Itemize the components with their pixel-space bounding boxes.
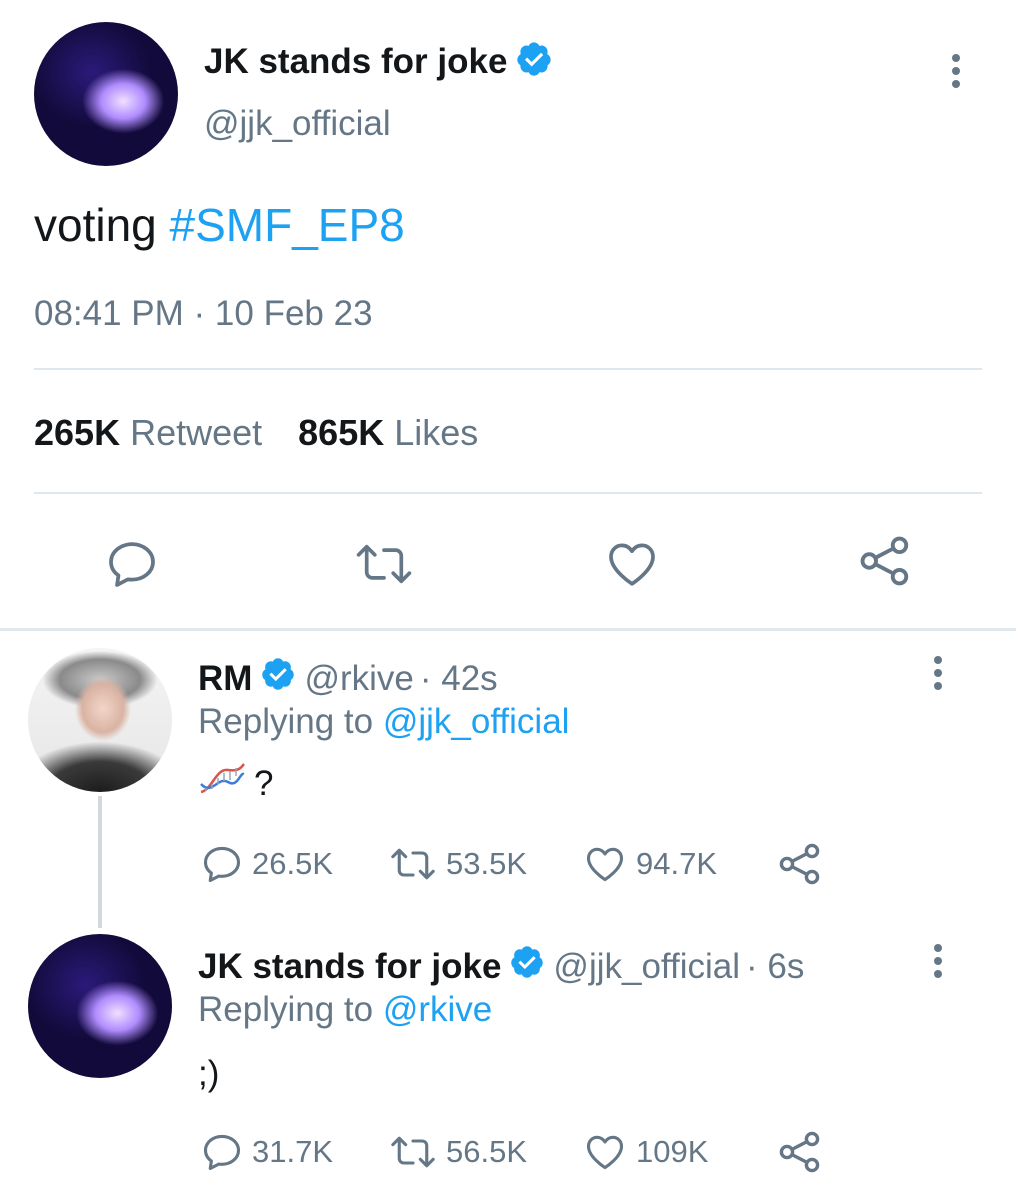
retweet-action[interactable]: 53.5K [388, 842, 527, 886]
dna-emoji-icon [198, 762, 246, 805]
like-stat[interactable]: 865K Likes [298, 412, 478, 454]
hashtag-link[interactable]: #SMF_EP8 [170, 199, 405, 251]
author-avatar[interactable] [34, 22, 178, 166]
verified-badge-icon [515, 40, 553, 83]
divider [34, 368, 982, 370]
like-count: 109K [636, 1134, 709, 1169]
retweet-count: 265K [34, 412, 121, 453]
reply-count: 31.7K [252, 1134, 334, 1169]
reply-header: RM @rkive · 42s [198, 656, 498, 701]
author-display-name[interactable]: JK stands for joke [204, 42, 507, 82]
share-icon[interactable] [776, 1128, 824, 1176]
reply-avatar[interactable] [28, 934, 172, 1078]
retweet-count: 56.5K [446, 1134, 528, 1169]
reply-time[interactable]: · 42s [420, 659, 498, 699]
reply-avatar[interactable] [28, 648, 172, 792]
like-label: Likes [394, 412, 479, 453]
tweet-text: voting #SMF_EP8 [34, 198, 405, 252]
replying-to-handle[interactable]: @rkive [383, 990, 492, 1029]
divider [34, 492, 982, 494]
author-name-row: JK stands for joke [204, 40, 553, 83]
thread-connector-line [98, 796, 102, 928]
replying-to: Replying to @jjk_official [198, 702, 569, 742]
like-action[interactable]: 94.7K [582, 842, 717, 886]
reply-header: JK stands for joke @jjk_official · 6s [198, 944, 804, 989]
retweet-icon[interactable] [354, 536, 414, 592]
reply-action[interactable]: 31.7K [200, 1130, 333, 1174]
reply-text-content: ;) [198, 1054, 220, 1093]
replying-to-prefix: Replying to [198, 990, 383, 1029]
retweet-icon [388, 842, 438, 886]
like-icon[interactable] [604, 536, 660, 592]
retweet-icon [388, 1130, 438, 1174]
reply-text: ? [198, 762, 273, 805]
verified-badge-icon [260, 656, 296, 701]
verified-badge-icon [509, 944, 545, 989]
reply-display-name[interactable]: JK stands for joke [198, 947, 501, 987]
reply-display-name[interactable]: RM [198, 659, 252, 699]
replying-to: Replying to @rkive [198, 990, 492, 1030]
author-handle[interactable]: @jjk_official [204, 104, 391, 144]
retweet-action[interactable]: 56.5K [388, 1130, 527, 1174]
reply-time[interactable]: · 6s [746, 947, 804, 987]
like-count: 94.7K [636, 846, 718, 881]
reply-action[interactable]: 26.5K [200, 842, 333, 886]
reply-icon [200, 842, 244, 886]
like-icon [582, 1130, 628, 1174]
retweet-label: Retweet [130, 412, 263, 453]
engagement-stats: 265K Retweet 865K Likes [34, 412, 478, 454]
share-icon[interactable] [856, 532, 914, 590]
tweet-text-plain: voting [34, 199, 170, 251]
reply-handle[interactable]: @rkive [304, 659, 413, 699]
more-options-icon[interactable] [934, 656, 942, 690]
like-icon [582, 842, 628, 886]
reply-icon [200, 1130, 244, 1174]
replying-to-handle[interactable]: @jjk_official [383, 702, 570, 741]
retweet-stat[interactable]: 265K Retweet [34, 412, 262, 454]
more-options-icon[interactable] [934, 944, 942, 978]
reply-count: 26.5K [252, 846, 334, 881]
like-count: 865K [298, 412, 385, 453]
reply-handle[interactable]: @jjk_official [553, 947, 740, 987]
reply-icon[interactable] [104, 536, 160, 592]
replying-to-prefix: Replying to [198, 702, 383, 741]
more-options-icon[interactable] [952, 54, 960, 88]
tweet-timestamp[interactable]: 08:41 PM · 10 Feb 23 [34, 294, 373, 334]
reply-text-content: ? [254, 763, 274, 803]
share-icon[interactable] [776, 840, 824, 888]
section-divider [0, 628, 1016, 631]
retweet-count: 53.5K [446, 846, 528, 881]
like-action[interactable]: 109K [582, 1130, 708, 1174]
